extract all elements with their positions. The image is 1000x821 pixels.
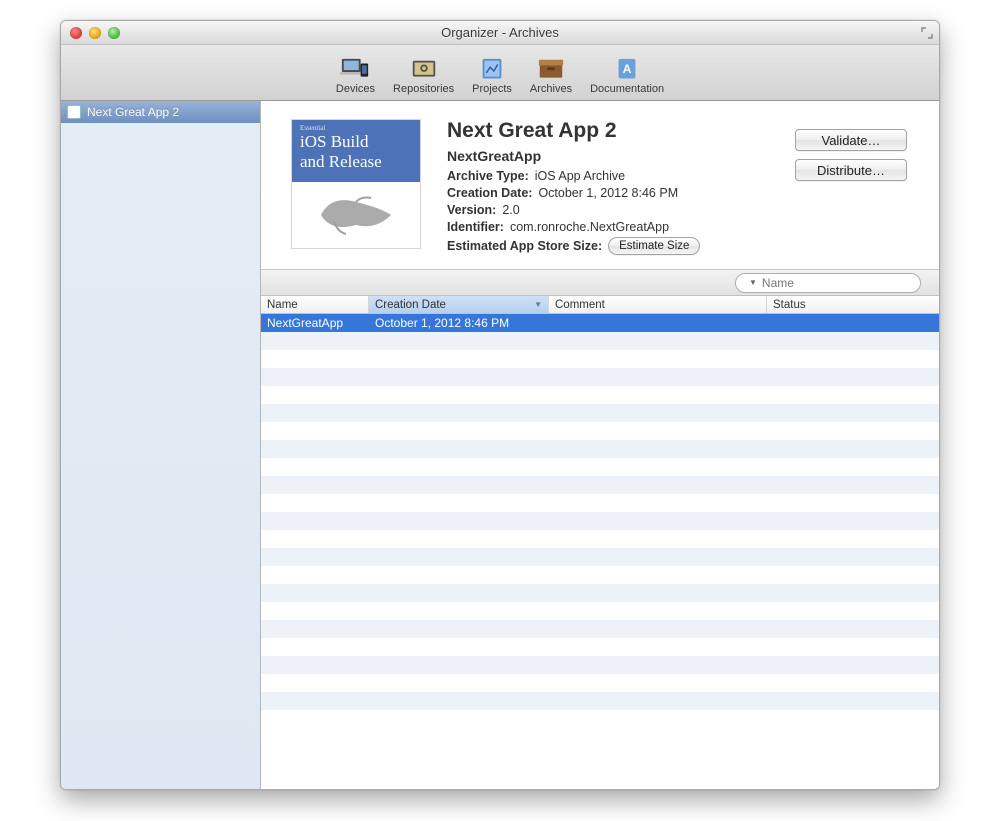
window-title: Organizer - Archives bbox=[61, 25, 939, 40]
table-body: NextGreatApp October 1, 2012 8:46 PM bbox=[261, 314, 939, 789]
table-row-empty bbox=[261, 638, 939, 656]
table-row-empty bbox=[261, 692, 939, 710]
cell-date: October 1, 2012 8:46 PM bbox=[369, 316, 549, 330]
tab-label: Documentation bbox=[590, 83, 664, 95]
titlebar: Organizer - Archives bbox=[61, 21, 939, 45]
table-row-empty bbox=[261, 674, 939, 692]
table-row-empty bbox=[261, 548, 939, 566]
table-row-empty bbox=[261, 584, 939, 602]
table-header: Name Creation Date Comment Status bbox=[261, 296, 939, 314]
artwork-illustration bbox=[292, 182, 420, 248]
table-row-empty bbox=[261, 530, 939, 548]
projects-icon bbox=[477, 55, 507, 81]
validate-button[interactable]: Validate… bbox=[795, 129, 907, 151]
archive-title: Next Great App 2 bbox=[447, 119, 769, 143]
toolbar: Devices Repositories Projects Archives A… bbox=[61, 45, 939, 101]
table-row-empty bbox=[261, 458, 939, 476]
identifier-value: com.ronroche.NextGreatApp bbox=[510, 220, 669, 234]
table-row-empty bbox=[261, 656, 939, 674]
archive-type-value: iOS App Archive bbox=[535, 169, 625, 183]
search-input[interactable] bbox=[762, 276, 917, 290]
organizer-window: Organizer - Archives Devices Repositorie… bbox=[60, 20, 940, 790]
estimate-size-button[interactable]: Estimate Size bbox=[608, 237, 700, 255]
artwork-essential: Essential bbox=[300, 124, 412, 132]
tab-label: Archives bbox=[530, 83, 572, 95]
action-buttons: Validate… Distribute… bbox=[795, 119, 917, 255]
artwork-line2: and Release bbox=[300, 152, 412, 172]
distribute-button[interactable]: Distribute… bbox=[795, 159, 907, 181]
table-row-empty bbox=[261, 512, 939, 530]
body: Next Great App 2 Essential iOS Build and… bbox=[61, 101, 939, 789]
version-label: Version: bbox=[447, 203, 496, 217]
table-row-empty bbox=[261, 386, 939, 404]
app-icon bbox=[67, 105, 81, 119]
table-row-empty bbox=[261, 332, 939, 350]
table-row-empty bbox=[261, 566, 939, 584]
column-status[interactable]: Status bbox=[767, 296, 939, 313]
artwork-line1: iOS Build bbox=[300, 132, 412, 152]
table-row-empty bbox=[261, 620, 939, 638]
tab-devices[interactable]: Devices bbox=[330, 55, 381, 97]
sidebar: Next Great App 2 bbox=[61, 101, 261, 789]
column-comment[interactable]: Comment bbox=[549, 296, 767, 313]
table-row-empty bbox=[261, 350, 939, 368]
table-row-empty bbox=[261, 476, 939, 494]
tab-label: Projects bbox=[472, 83, 512, 95]
search-dropdown-icon[interactable]: ▼ bbox=[749, 278, 757, 287]
cell-name: NextGreatApp bbox=[261, 316, 369, 330]
svg-text:A: A bbox=[623, 62, 632, 76]
table-row-empty bbox=[261, 494, 939, 512]
archive-type-label: Archive Type: bbox=[447, 169, 529, 183]
creation-date-label: Creation Date: bbox=[447, 186, 532, 200]
tab-documentation[interactable]: A Documentation bbox=[584, 55, 670, 97]
table-row[interactable]: NextGreatApp October 1, 2012 8:46 PM bbox=[261, 314, 939, 332]
search-row: ▼ bbox=[261, 270, 939, 296]
table-row-empty bbox=[261, 404, 939, 422]
search-field[interactable]: ▼ bbox=[735, 273, 921, 293]
version-value: 2.0 bbox=[502, 203, 519, 217]
table-row-empty bbox=[261, 368, 939, 386]
archives-icon bbox=[536, 55, 566, 81]
archives-table: Name Creation Date Comment Status NextGr… bbox=[261, 296, 939, 789]
column-creation-date[interactable]: Creation Date bbox=[369, 296, 549, 313]
repositories-icon bbox=[409, 55, 439, 81]
tab-repositories[interactable]: Repositories bbox=[387, 55, 460, 97]
devices-icon bbox=[340, 55, 370, 81]
tab-projects[interactable]: Projects bbox=[466, 55, 518, 97]
tab-label: Devices bbox=[336, 83, 375, 95]
table-row-empty bbox=[261, 422, 939, 440]
tab-label: Repositories bbox=[393, 83, 454, 95]
column-name[interactable]: Name bbox=[261, 296, 369, 313]
creation-date-value: October 1, 2012 8:46 PM bbox=[538, 186, 678, 200]
archive-meta: Next Great App 2 NextGreatApp Archive Ty… bbox=[447, 119, 769, 255]
table-row-empty bbox=[261, 602, 939, 620]
sidebar-item-label: Next Great App 2 bbox=[87, 105, 179, 119]
size-label: Estimated App Store Size: bbox=[447, 239, 602, 253]
identifier-label: Identifier: bbox=[447, 220, 504, 234]
archive-subtitle: NextGreatApp bbox=[447, 148, 769, 164]
tab-archives[interactable]: Archives bbox=[524, 55, 578, 97]
archive-artwork: Essential iOS Build and Release bbox=[291, 119, 421, 249]
table-row-empty bbox=[261, 440, 939, 458]
main-panel: Essential iOS Build and Release Next Gre… bbox=[261, 101, 939, 789]
archive-detail: Essential iOS Build and Release Next Gre… bbox=[261, 101, 939, 270]
sidebar-item-app[interactable]: Next Great App 2 bbox=[61, 101, 260, 123]
documentation-icon: A bbox=[612, 55, 642, 81]
